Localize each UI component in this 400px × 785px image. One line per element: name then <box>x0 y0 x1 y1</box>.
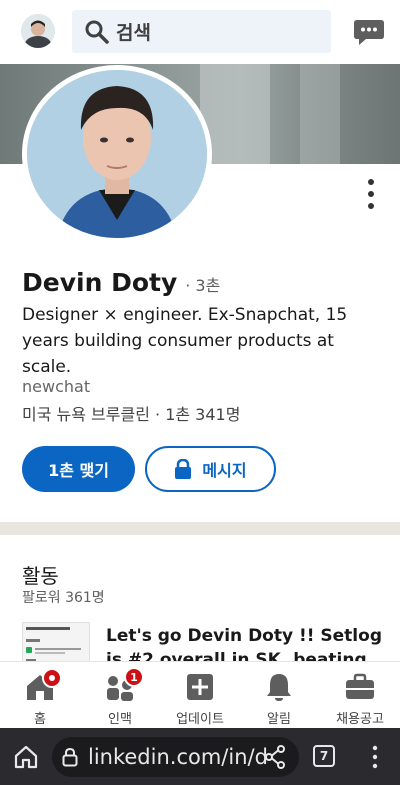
search-bar[interactable]: 검색 <box>72 10 331 53</box>
share-icon[interactable] <box>264 745 286 769</box>
nav-item-network[interactable]: 1 인맥 <box>97 662 144 729</box>
nav-label-notifications: 알림 <box>267 712 291 727</box>
profile-headline: Designer × engineer. Ex-Snapchat, 15 yea… <box>22 305 348 377</box>
profile-name: Devin Doty <box>22 268 178 297</box>
nav-label-home: 홈 <box>34 712 46 727</box>
top-bar: 검색 <box>0 0 400 64</box>
message-button-label: 메시지 <box>202 461 247 480</box>
bottom-nav: 홈 1 인맥 업데이트 알림 채용공고 <box>0 661 400 728</box>
profile-location: 미국 뉴욕 브루클린 · 1촌 341명 <box>22 405 241 424</box>
url-text: linkedin.com/in/d <box>88 745 268 769</box>
activity-title: 활동 <box>22 564 59 588</box>
nav-item-post[interactable]: 업데이트 <box>170 662 230 729</box>
messaging-icon[interactable] <box>353 17 385 47</box>
address-bar[interactable]: linkedin.com/in/d <box>52 737 299 777</box>
secure-lock-icon <box>62 747 78 767</box>
post-text[interactable]: Let's go Devin Doty !! Setlog is #2 over… <box>106 624 386 664</box>
message-button[interactable]: 메시지 <box>145 446 276 492</box>
browser-home-icon[interactable] <box>13 744 39 770</box>
post-icon <box>187 674 213 700</box>
nav-label-post: 업데이트 <box>176 712 224 727</box>
tab-switcher-button[interactable]: 7 <box>313 745 335 767</box>
jobs-icon <box>346 673 374 699</box>
nav-item-notifications[interactable]: 알림 <box>256 662 302 729</box>
search-icon <box>85 20 109 44</box>
network-badge: 1 <box>124 667 144 687</box>
connect-button-label: 1촌 맺기 <box>48 461 109 480</box>
notification-dot <box>42 668 62 688</box>
nav-label-network: 인맥 <box>108 712 132 727</box>
lock-icon <box>175 459 192 479</box>
nav-item-home[interactable]: 홈 <box>17 662 63 729</box>
bell-icon <box>267 674 291 701</box>
nav-item-jobs[interactable]: 채용공고 <box>327 662 393 729</box>
browser-menu-icon[interactable] <box>369 745 381 769</box>
my-avatar[interactable] <box>21 14 55 48</box>
profile-company[interactable]: newchat <box>22 377 90 396</box>
search-placeholder: 검색 <box>116 22 151 44</box>
connect-button[interactable]: 1촌 맺기 <box>22 446 135 492</box>
name-row: Devin Doty · 3촌 <box>22 268 220 297</box>
profile-photo[interactable] <box>22 65 212 243</box>
connection-degree: · 3촌 <box>185 276 221 295</box>
nav-label-jobs: 채용공고 <box>336 712 384 727</box>
followers-count: 팔로워 361명 <box>22 590 105 606</box>
more-options-icon[interactable] <box>362 178 380 210</box>
section-divider <box>0 522 400 535</box>
browser-toolbar: linkedin.com/in/d 7 <box>0 728 400 785</box>
